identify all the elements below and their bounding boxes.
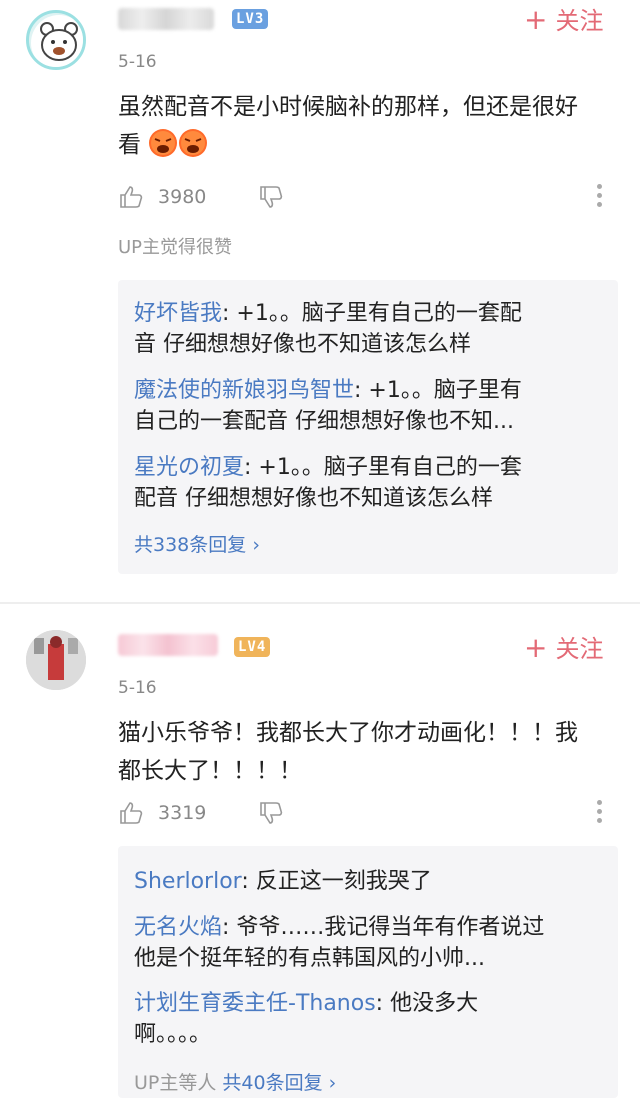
view-all-replies-link[interactable]: UP主等人 共40条回复 › bbox=[134, 1068, 336, 1095]
level-badge: LV3 bbox=[232, 9, 269, 29]
comment-date: 5-16 bbox=[118, 52, 157, 72]
figure-avatar-icon bbox=[26, 630, 86, 690]
reply-author[interactable]: 魔法使的新娘羽鸟智世 bbox=[134, 378, 354, 403]
dislike-button[interactable] bbox=[258, 800, 284, 826]
reply-author[interactable]: Sherlorlor bbox=[134, 869, 241, 894]
chevron-right-icon: › bbox=[252, 534, 260, 556]
reply-box[interactable]: Sherlorlor: 反正这一刻我哭了 无名火焰: 爷爷……我记得当年有作者说… bbox=[118, 846, 618, 1098]
reply-item[interactable]: 魔法使的新娘羽鸟智世: +1。。脑子里有 自己的一套配音 仔细想想好像也不知..… bbox=[134, 375, 604, 437]
like-button[interactable]: 3319 bbox=[118, 800, 206, 826]
comment-1: LV3 + 关注 5-16 虽然配音不是小时候脑补的那样，但还是很好 看 3980 bbox=[0, 0, 640, 600]
plus-icon: + bbox=[524, 631, 548, 664]
reply-item[interactable]: 计划生育委主任-Thanos: 他没多大 啊。。。。 bbox=[134, 988, 604, 1050]
dislike-button[interactable] bbox=[258, 184, 284, 210]
avatar[interactable] bbox=[26, 630, 86, 690]
follow-button[interactable]: + 关注 bbox=[524, 633, 603, 664]
reply-item[interactable]: Sherlorlor: 反正这一刻我哭了 bbox=[134, 866, 604, 897]
comment-2: LV4 + 关注 5-16 猫小乐爷爷！我都长大了你才动画化！！！我 都长大了！！… bbox=[0, 604, 640, 1106]
comment-text: 虽然配音不是小时候脑补的那样，但还是很好 看 bbox=[118, 94, 578, 158]
like-button[interactable]: 3980 bbox=[118, 184, 206, 210]
reply-item[interactable]: 星光の初夏: +1。。脑子里有自己的一套 配音 仔细想想好像也不知道该怎么样 bbox=[134, 452, 604, 514]
level-badge: LV4 bbox=[234, 637, 271, 657]
reply-author[interactable]: 星光の初夏 bbox=[134, 455, 244, 480]
like-count: 3980 bbox=[158, 185, 207, 208]
angry-face-icon bbox=[149, 129, 178, 157]
view-all-replies-link[interactable]: 共338条回复 › bbox=[134, 530, 260, 557]
username-blurred[interactable] bbox=[118, 8, 214, 30]
chevron-right-icon: › bbox=[328, 1072, 337, 1094]
thumbs-up-icon bbox=[120, 186, 143, 208]
up-liked-note: UP主觉得很赞 bbox=[118, 237, 233, 258]
reply-author[interactable]: 好坏皆我 bbox=[134, 301, 222, 326]
reply-item[interactable]: 好坏皆我: +1。。脑子里有自己的一套配 音 仔细想想好像也不知道该怎么样 bbox=[134, 298, 604, 360]
more-options-icon[interactable] bbox=[597, 184, 603, 211]
username-blurred[interactable] bbox=[118, 634, 218, 656]
comment-date: 5-16 bbox=[118, 678, 157, 698]
angry-face-icon bbox=[179, 129, 208, 157]
reply-box[interactable]: 好坏皆我: +1。。脑子里有自己的一套配 音 仔细想想好像也不知道该怎么样 魔法… bbox=[118, 280, 618, 574]
comment-text: 猫小乐爷爷！我都长大了你才动画化！！！我 都长大了！！！！ bbox=[118, 720, 578, 784]
avatar[interactable] bbox=[26, 10, 86, 70]
like-count: 3319 bbox=[158, 801, 207, 824]
bear-avatar-icon bbox=[31, 15, 83, 67]
reply-author[interactable]: 无名火焰 bbox=[134, 915, 222, 940]
thumbs-up-icon bbox=[120, 802, 143, 824]
follow-button[interactable]: + 关注 bbox=[524, 5, 603, 36]
reply-author[interactable]: 计划生育委主任-Thanos bbox=[134, 991, 376, 1016]
more-options-icon[interactable] bbox=[597, 800, 603, 827]
plus-icon: + bbox=[524, 3, 548, 36]
thumbs-down-icon bbox=[260, 186, 283, 208]
thumbs-down-icon bbox=[260, 802, 283, 824]
reply-item[interactable]: 无名火焰: 爷爷……我记得当年有作者说过 他是个挺年轻的有点韩国风的小帅... bbox=[134, 912, 604, 974]
